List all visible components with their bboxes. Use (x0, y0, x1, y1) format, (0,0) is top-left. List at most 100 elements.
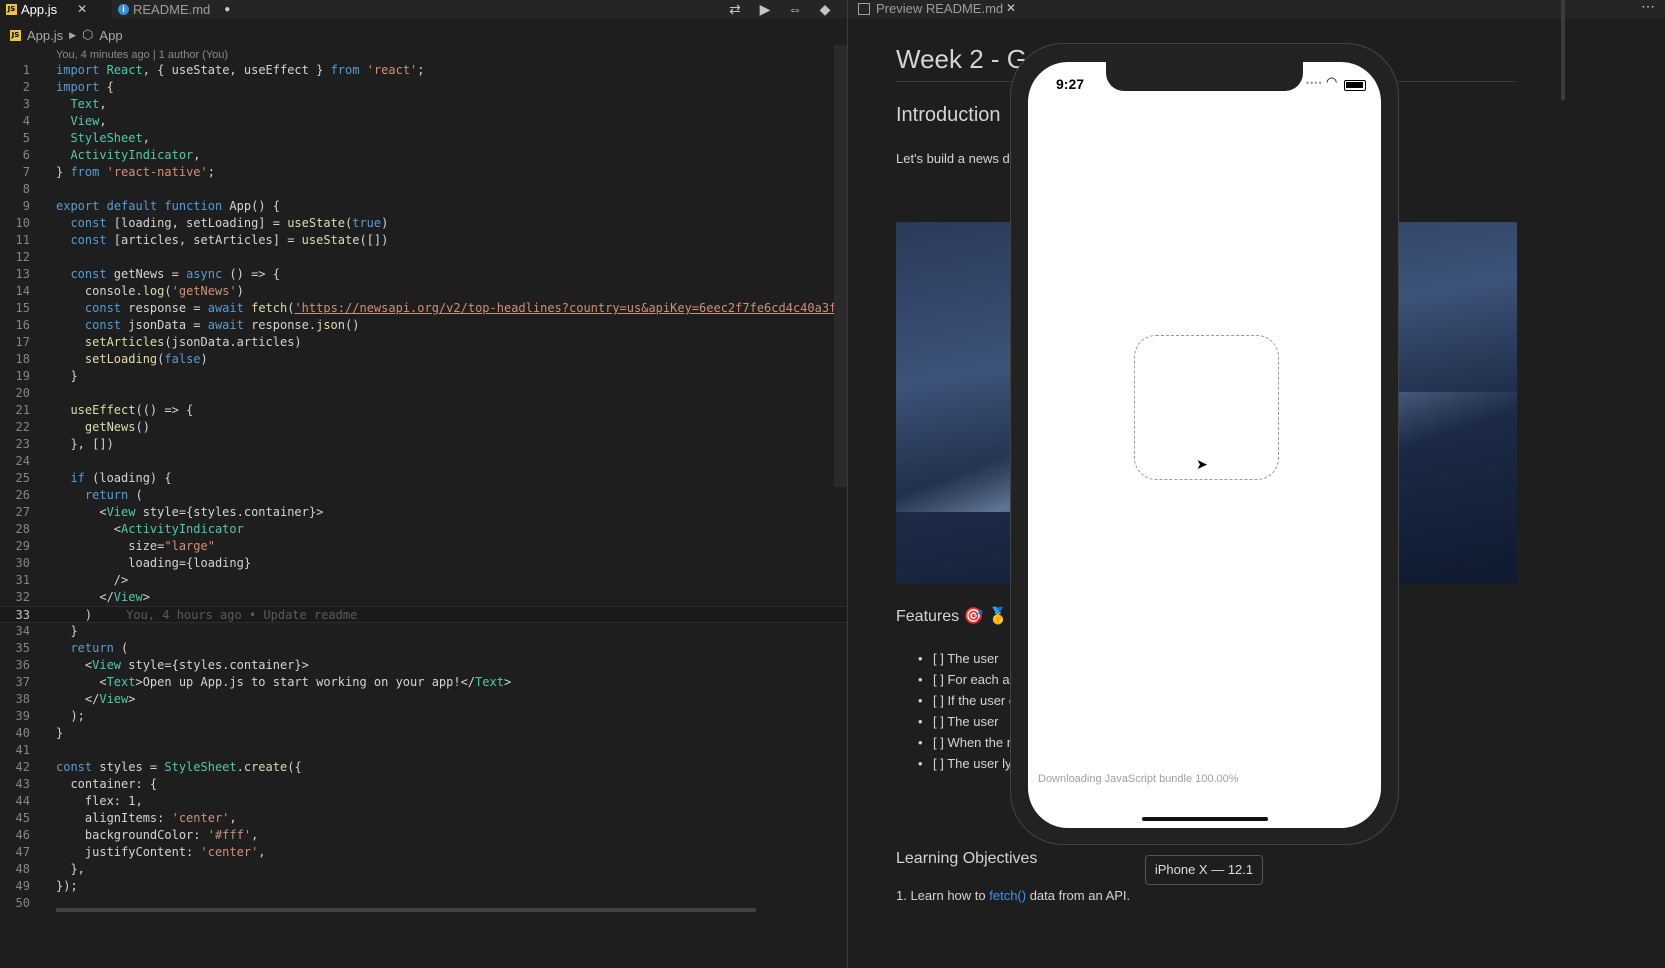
code-text[interactable]: import { (56, 79, 114, 96)
code-text[interactable]: if (loading) { (56, 470, 171, 487)
close-icon[interactable]: ✕ (1006, 1, 1016, 15)
code-text[interactable]: Text, (56, 96, 106, 113)
code-line[interactable]: 20 (0, 385, 848, 402)
code-text[interactable]: StyleSheet, (56, 130, 149, 147)
code-text[interactable]: } (56, 368, 77, 385)
code-text[interactable]: View, (56, 113, 106, 130)
code-line[interactable]: 21 useEffect(() => { (0, 402, 848, 419)
tab-preview-readme[interactable]: Preview README.md (876, 1, 1003, 16)
code-text[interactable]: <View style={styles.container}> (56, 504, 323, 521)
code-line[interactable]: 5 StyleSheet, (0, 130, 848, 147)
tab-readme[interactable]: i README.md ● (110, 0, 248, 18)
code-line[interactable]: 9 export default function App() { (0, 198, 848, 215)
code-text[interactable]: } from 'react-native'; (56, 164, 215, 181)
code-line[interactable]: 48 }, (0, 861, 848, 878)
code-line[interactable]: 29 size="large" (0, 538, 848, 555)
code-line[interactable]: 26 return ( (0, 487, 848, 504)
code-line[interactable]: 14 console.log('getNews') (0, 283, 848, 300)
simulator-screen[interactable]: 9:27 •••• ◠ Downloading JavaScript bundl… (1028, 62, 1381, 828)
code-line[interactable]: 34 } (0, 623, 848, 640)
code-text[interactable]: const styles = StyleSheet.create({ (56, 759, 302, 776)
code-line[interactable]: 33 ) You, 4 hours ago • Update readme (0, 606, 848, 623)
code-text[interactable]: setArticles(jsonData.articles) (56, 334, 302, 351)
code-line[interactable]: 19 } (0, 368, 848, 385)
code-text[interactable]: <Text>Open up App.js to start working on… (56, 674, 511, 691)
code-line[interactable]: 40} (0, 725, 848, 742)
code-text[interactable]: /> (56, 572, 128, 589)
code-line[interactable]: 4 View, (0, 113, 848, 130)
code-line[interactable]: 16 const jsonData = await response.json(… (0, 317, 848, 334)
code-line[interactable]: 24 (0, 453, 848, 470)
code-line[interactable]: 27 <View style={styles.container}> (0, 504, 848, 521)
code-text[interactable]: return ( (56, 487, 143, 504)
code-area[interactable]: 1 import React, { useState, useEffect } f… (0, 62, 895, 912)
code-text[interactable]: ); (56, 708, 84, 725)
code-text[interactable]: }); (56, 878, 78, 895)
code-line[interactable]: 17 setArticles(jsonData.articles) (0, 334, 848, 351)
toggle-icon[interactable]: ⇔ (786, 1, 804, 17)
code-line[interactable]: 1 import React, { useState, useEffect } f… (0, 62, 848, 79)
code-line[interactable]: 35 return ( (0, 640, 848, 657)
code-line[interactable]: 49}); (0, 878, 848, 895)
code-text[interactable]: justifyContent: 'center', (56, 844, 266, 861)
code-line[interactable]: 7} from 'react-native'; (0, 164, 848, 181)
code-text[interactable]: } (56, 623, 77, 640)
code-text[interactable]: return ( (56, 640, 128, 657)
code-text[interactable]: container: { (56, 776, 157, 793)
code-text[interactable]: useEffect(() => { (56, 402, 193, 419)
compare-icon[interactable]: ⇄ (726, 1, 744, 18)
home-indicator[interactable] (1142, 817, 1268, 821)
code-text[interactable]: loading={loading} (56, 555, 251, 572)
breadcrumb-symbol[interactable]: App (99, 28, 122, 43)
code-text[interactable]: size="large" (56, 538, 215, 555)
code-line[interactable]: 30 loading={loading} (0, 555, 848, 572)
code-text[interactable]: const jsonData = await response.json() (56, 317, 360, 334)
more-icon[interactable]: ⋯ (1641, 0, 1655, 15)
code-text[interactable]: } (56, 725, 63, 742)
vertical-scrollbar[interactable] (834, 45, 847, 487)
codelens-blame[interactable]: You, 4 minutes ago | 1 author (You) (56, 49, 228, 61)
code-text[interactable]: setLoading(false) (56, 351, 208, 368)
code-line[interactable]: 18 setLoading(false) (0, 351, 848, 368)
code-line[interactable]: 43 container: { (0, 776, 848, 793)
run-icon[interactable]: ▶ (756, 1, 774, 18)
code-line[interactable]: 28 <ActivityIndicator (0, 521, 848, 538)
modified-dot-icon[interactable]: ● (224, 4, 230, 15)
code-text[interactable]: flex: 1, (56, 793, 143, 810)
code-text[interactable]: backgroundColor: '#fff', (56, 827, 258, 844)
code-text[interactable]: const [loading, setLoading] = useState(t… (56, 215, 388, 232)
code-text[interactable]: const response = await fetch('https://ne… (56, 300, 894, 317)
code-line[interactable]: 38 </View> (0, 691, 848, 708)
code-text[interactable]: alignItems: 'center', (56, 810, 237, 827)
code-text[interactable]: import React, { useState, useEffect } fr… (56, 62, 425, 79)
code-line[interactable]: 25 if (loading) { (0, 470, 848, 487)
code-text[interactable]: ActivityIndicator, (56, 147, 200, 164)
code-line[interactable]: 13 const getNews = async () => { (0, 266, 848, 283)
git-icon[interactable]: ◆ (816, 1, 834, 18)
code-text[interactable]: }, []) (56, 436, 113, 453)
code-line[interactable]: 12 (0, 249, 848, 266)
code-line[interactable]: 46 backgroundColor: '#fff', (0, 827, 848, 844)
code-text[interactable]: }, (56, 861, 84, 878)
code-line[interactable]: 41 (0, 742, 848, 759)
tab-app-js[interactable]: JS App.js ✕ (0, 0, 112, 18)
code-line[interactable]: 8 (0, 181, 848, 198)
code-text[interactable]: ) (56, 607, 92, 624)
preview-scrollbar[interactable] (1561, 0, 1565, 100)
code-line[interactable]: 36 <View style={styles.container}> (0, 657, 848, 674)
code-line[interactable]: 6 ActivityIndicator, (0, 147, 848, 164)
code-line[interactable]: 11 const [articles, setArticles] = useSt… (0, 232, 848, 249)
code-line[interactable]: 45 alignItems: 'center', (0, 810, 848, 827)
code-line[interactable]: 47 justifyContent: 'center', (0, 844, 848, 861)
code-text[interactable]: </View> (56, 589, 150, 606)
code-line[interactable]: 32 </View> (0, 589, 848, 606)
breadcrumb-file[interactable]: App.js (27, 28, 63, 43)
code-text[interactable]: </View> (56, 691, 136, 708)
code-line[interactable]: 31 /> (0, 572, 848, 589)
code-text[interactable]: <View style={styles.container}> (56, 657, 309, 674)
code-text[interactable]: const [articles, setArticles] = useState… (56, 232, 388, 249)
code-line[interactable]: 15 const response = await fetch('https:/… (0, 300, 895, 317)
code-line[interactable]: 2 import { (0, 79, 848, 96)
fetch-link[interactable]: fetch() (989, 888, 1026, 903)
code-line[interactable]: 23 }, []) (0, 436, 848, 453)
